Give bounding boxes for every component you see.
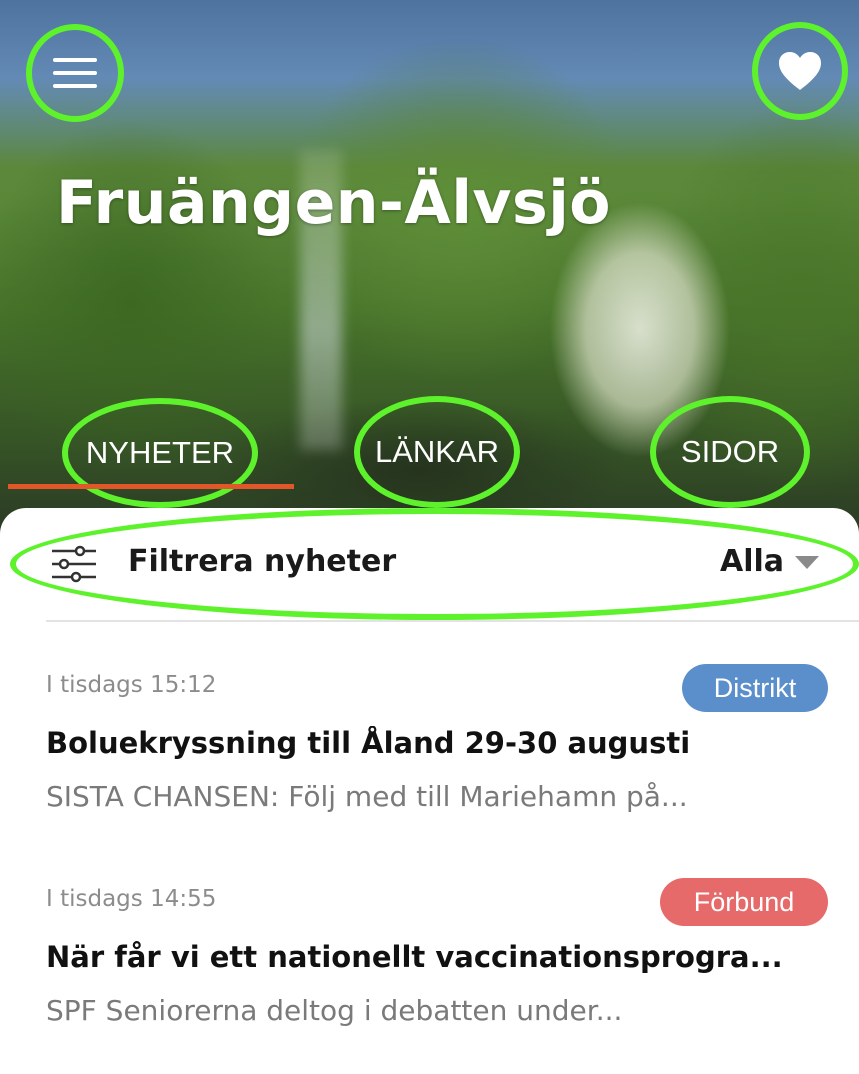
hamburger-menu-icon <box>53 58 97 88</box>
page-title: Fruängen-Älvsjö <box>56 168 612 238</box>
heart-icon <box>779 52 821 90</box>
favorite-button[interactable] <box>752 22 848 120</box>
news-timestamp: I tisdags 14:55 <box>46 886 217 912</box>
category-badge: Distrikt <box>682 664 828 712</box>
news-item[interactable]: I tisdags 15:12 Distrikt Boluekryssning … <box>0 660 859 860</box>
tab-links-label: LÄNKAR <box>374 434 500 469</box>
news-title: När får vi ett nationellt vaccinationspr… <box>46 940 783 974</box>
sliders-icon <box>52 545 96 583</box>
menu-button[interactable] <box>26 24 124 122</box>
category-badge: Förbund <box>660 878 828 926</box>
tab-news-label: NYHETER <box>85 435 235 470</box>
news-item[interactable]: I tisdags 14:55 Förbund När får vi ett n… <box>0 874 859 1074</box>
news-summary: SPF Seniorerna deltog i debatten under..… <box>46 994 623 1027</box>
tab-pages[interactable]: SIDOR <box>650 396 810 508</box>
news-timestamp: I tisdags 15:12 <box>46 672 217 698</box>
news-summary: SISTA CHANSEN: Följ med till Mariehamn p… <box>46 780 688 813</box>
filter-divider <box>46 620 859 622</box>
active-tab-indicator <box>8 484 294 489</box>
news-title: Boluekryssning till Åland 29-30 augusti <box>46 726 691 760</box>
filter-value[interactable]: Alla <box>720 544 784 579</box>
tab-pages-label: SIDOR <box>680 434 780 469</box>
caret-down-icon[interactable] <box>795 556 819 570</box>
tab-news[interactable]: NYHETER <box>62 398 258 508</box>
tab-links[interactable]: LÄNKAR <box>354 396 520 508</box>
filter-label: Filtrera nyheter <box>128 544 397 579</box>
